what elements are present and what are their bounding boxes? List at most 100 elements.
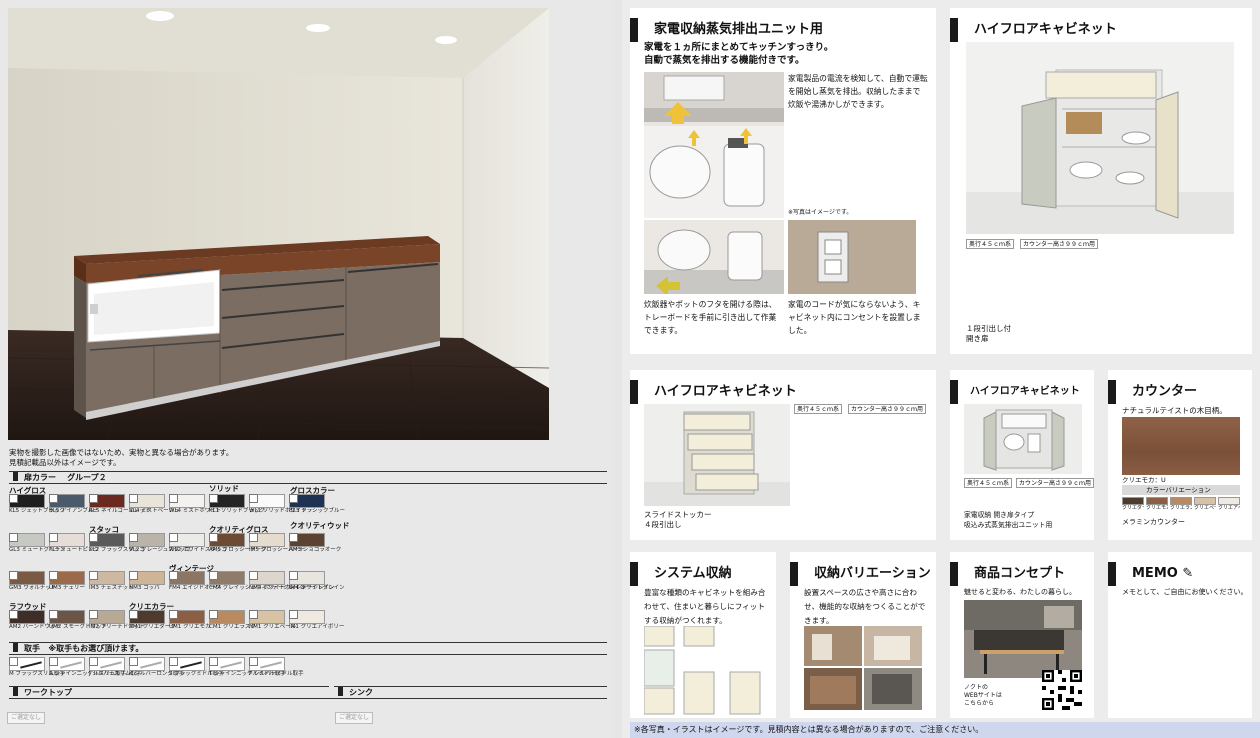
door-color-swatch-wl1[interactable]: WL1 ソリッドホワイト — [249, 494, 307, 515]
handle-option-r[interactable]: R シャインニッケルスリム取手 — [49, 657, 126, 678]
door-color-swatch-im5[interactable]: IM5 グロッシーバーチ — [249, 533, 305, 554]
checkbox-icon[interactable] — [249, 533, 258, 542]
checkbox-icon[interactable] — [89, 494, 98, 503]
checkbox-icon[interactable] — [89, 610, 98, 619]
checkbox-icon[interactable] — [169, 571, 178, 580]
door-color-swatch-fm4[interactable]: FM4 エイジドオーク — [169, 571, 221, 592]
checkbox-icon[interactable] — [289, 494, 298, 503]
variation-photos-svg — [804, 626, 922, 710]
checkbox-icon[interactable] — [289, 533, 298, 542]
checkbox-icon[interactable] — [9, 610, 18, 619]
door-color-swatch-am5[interactable]: AM5 グロッシーチーク — [209, 533, 267, 554]
door-color-swatch-wl2[interactable]: WL2 ホワイトスタッコ — [169, 533, 227, 554]
system-illustration — [644, 626, 768, 716]
checkbox-icon[interactable] — [249, 571, 258, 580]
checkbox-icon[interactable] — [169, 610, 178, 619]
door-color-swatch-cm1[interactable]: CM1 クリエラスク — [209, 610, 256, 631]
door-color-swatch-kl2[interactable]: KL2 ブラックスタッコ — [89, 533, 145, 554]
door-color-swatch-rl5[interactable]: RL5 ネイルゴールレット — [89, 494, 151, 515]
door-color-heading: 扉カラー — [24, 473, 56, 482]
door-color-swatch-gm3[interactable]: GM3 ウォルナット — [9, 571, 56, 592]
swatch-color-chip — [249, 533, 285, 547]
checkbox-icon[interactable] — [169, 494, 178, 503]
door-color-swatch-am3[interactable]: AM3 ショコラオーク — [289, 533, 341, 554]
door-color-swatch-bl5[interactable]: BL5 アイアンブルー — [49, 494, 99, 515]
door-color-swatch-vl4[interactable]: VL4 ミストベージュ — [129, 494, 179, 515]
checkbox-icon[interactable] — [169, 533, 178, 542]
swatch-caption: AM2 バーンドウッド — [9, 624, 61, 630]
door-color-swatch-nm1[interactable]: NM1 クリエペール — [249, 610, 296, 631]
checkbox-icon[interactable] — [89, 657, 98, 666]
swatch-color-chip — [89, 610, 125, 624]
checkbox-icon[interactable] — [89, 571, 98, 580]
checkbox-icon[interactable] — [129, 571, 138, 580]
hf2-spec-1: スライドストッカー — [644, 510, 712, 519]
card-storage-variation: 収納バリエーション 設置スペースの広さや高さに合わせ、機能的な収納をつくることが… — [790, 552, 936, 718]
door-color-swatch-kl1[interactable]: KL1 ソリッドブラック — [209, 494, 265, 515]
checkbox-icon[interactable] — [209, 533, 218, 542]
checkbox-icon[interactable] — [89, 533, 98, 542]
door-color-swatch-im3[interactable]: IM3 チェスナット — [89, 571, 134, 592]
door-color-swatch-nm4[interactable]: NM4 ホワイトヴィンテージレイン — [249, 571, 335, 592]
handle-option-t[interactable]: T シャインニッケルミドル取手 — [209, 657, 286, 678]
checkbox-icon[interactable] — [49, 657, 58, 666]
checkbox-icon[interactable] — [49, 533, 58, 542]
door-color-swatch-bl3[interactable]: BL3 クラシックブルー — [289, 494, 345, 515]
swatch-caption: FM4 エイジドオーク — [169, 585, 221, 591]
handle-option-p[interactable]: P シルバーミドル取手 — [249, 657, 304, 678]
handle-option-m[interactable]: M ブラックスリム取手 — [9, 657, 65, 678]
door-color-swatch-vl2[interactable]: VL2 グレージュスタッコ — [129, 533, 190, 554]
swatch-caption: GL3 ミュートグリーン — [9, 547, 66, 553]
door-color-swatch-pl3[interactable]: PL3 ミュートピンク — [49, 533, 99, 554]
checkbox-icon[interactable] — [129, 610, 138, 619]
door-color-swatch-um3[interactable]: UM3 チェリー — [49, 571, 87, 592]
door-color-swatch-um2[interactable]: UM2 スモークドウッド — [49, 610, 107, 631]
checkbox-icon[interactable] — [209, 494, 218, 503]
handle-option-k[interactable]: K シルバーロング取手 — [129, 657, 184, 678]
handle-option-j[interactable]: J シルバースリム取手 — [89, 657, 142, 678]
card-product-concept: 商品コンセプト 魅せると変わる、わたしの暮らし。 ノクトの WEBサイトは こち… — [950, 552, 1094, 718]
door-color-swatch-wl4[interactable]: WL4 ミストホワイト — [169, 494, 221, 515]
checkbox-icon[interactable] — [209, 610, 218, 619]
checkbox-icon[interactable] — [49, 571, 58, 580]
checkbox-icon[interactable] — [169, 657, 178, 666]
checkbox-icon[interactable] — [9, 533, 18, 542]
checkbox-icon[interactable] — [129, 494, 138, 503]
checkbox-icon[interactable] — [249, 657, 258, 666]
qr-code-icon[interactable] — [1042, 670, 1082, 710]
door-color-swatch-um1[interactable]: UM1 クリエモカ — [169, 610, 211, 631]
checkbox-icon[interactable] — [49, 610, 58, 619]
checkbox-icon[interactable] — [9, 657, 18, 666]
door-color-swatch-cm4[interactable]: CM4 グレイッシュヴィンテージレイン — [209, 571, 305, 592]
door-color-swatch-gl3[interactable]: GL3 ミュートグリーン — [9, 533, 66, 554]
checkbox-icon[interactable] — [249, 494, 258, 503]
handle-option-s[interactable]: S ブラックミドル取手 — [169, 657, 224, 678]
counter-variation-label: カラーバリエーション — [1122, 485, 1240, 495]
checkbox-icon[interactable] — [49, 494, 58, 503]
door-color-swatch-am2[interactable]: AM2 バーンドウッド — [9, 610, 61, 631]
door-color-swatch-im4[interactable]: IM4 ホワイトグレイン — [289, 571, 345, 592]
concept-web-2: WEBサイトは — [964, 692, 1002, 699]
checkbox-icon[interactable] — [209, 657, 218, 666]
door-color-swatch-im2[interactable]: IM2 ブリーチドウッド — [89, 610, 145, 631]
swatch-color-chip — [129, 494, 165, 508]
swatch-color-chip — [9, 533, 45, 547]
concept-desc: 魅せると変わる、わたしの暮らし。 — [964, 588, 1076, 596]
handle-note: ※取手もお選び頂けます。 — [48, 644, 144, 653]
steam-photo-outlet-svg — [788, 220, 916, 294]
door-color-swatch-im1[interactable]: IM1 クリエアイボリー — [289, 610, 344, 631]
checkbox-icon[interactable] — [289, 610, 298, 619]
door-color-swatch-kl5[interactable]: KL5 ジェットブラック — [9, 494, 65, 515]
checkbox-icon[interactable] — [289, 571, 298, 580]
handle-bar-icon — [220, 661, 242, 669]
worktop-value[interactable]: ご選定なし — [7, 712, 45, 724]
checkbox-icon[interactable] — [129, 533, 138, 542]
checkbox-icon[interactable] — [9, 494, 18, 503]
sink-value[interactable]: ご選定なし — [335, 712, 373, 724]
door-color-swatch-nm3[interactable]: NM3 コッパ — [129, 571, 167, 592]
checkbox-icon[interactable] — [9, 571, 18, 580]
door-color-swatch-am1[interactable]: AM1 クリエダーク — [129, 610, 176, 631]
checkbox-icon[interactable] — [209, 571, 218, 580]
checkbox-icon[interactable] — [129, 657, 138, 666]
checkbox-icon[interactable] — [249, 610, 258, 619]
